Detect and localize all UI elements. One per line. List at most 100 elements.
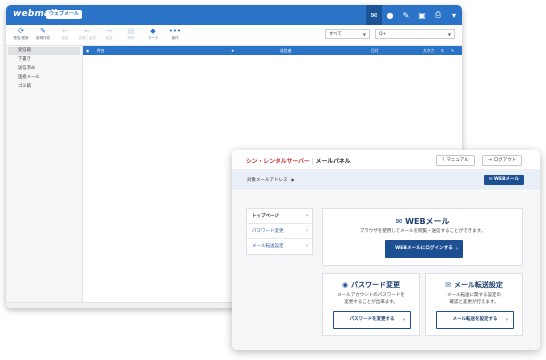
panel-body: トップページ › パスワード変更 › メール転送設定 › ✉ WEBメール ブラウザを使… (232, 191, 540, 350)
target-address-label[interactable]: 対象メールアドレス ▶ (247, 177, 295, 183)
logout-icon: ⇥ (488, 158, 492, 163)
brand-separator: | (311, 159, 314, 165)
folder-inbox[interactable]: 受信箱 (8, 47, 80, 55)
refresh-icon: ⟳ (18, 27, 24, 35)
tag-button[interactable]: ◆ マーク (143, 27, 163, 41)
search-placeholder: Q+ (379, 32, 387, 37)
chevron-right-icon: › (455, 246, 458, 252)
password-card-desc-line2: 変更することが出来ます。 (344, 300, 398, 305)
message-list-header: ◉ 件名 ★ 送信者 日付 大きさ ⚲ ✎ (83, 46, 462, 55)
filter-select-value: すべて (329, 32, 343, 37)
webmail-card-desc: ブラウザを使用してメールを閲覧・送信することができます。 (359, 229, 486, 234)
more-icon: ••• (168, 27, 182, 35)
password-card-desc-line1: メールアカウントのパスワードを (337, 293, 405, 298)
header-icon-bar: ✉ ● ✎ ▣ ⎙ ▾ (366, 5, 462, 25)
column-sender[interactable]: 送信者 (280, 46, 291, 55)
webmail-login-button[interactable]: WEBメールにログインする › (385, 240, 463, 258)
delete-label: 削除 (127, 36, 135, 40)
refresh-button[interactable]: ⟳ 受信/更新 (11, 27, 31, 41)
reply-button[interactable]: ↩ 返信 (55, 27, 75, 41)
mail-panel-window: シン・レンタルサーバー | メールパネル ? マニュアル ⇥ ログアウト 対象メールアド… (232, 150, 540, 350)
flag-column-icon[interactable]: ★ (231, 46, 234, 55)
mail-icon[interactable]: ✉ (366, 5, 382, 25)
delete-button[interactable]: ▤ 削除 (121, 27, 141, 41)
folder-trash[interactable]: ゴミ箱 (8, 83, 80, 91)
lock-icon: ◉ (341, 281, 349, 289)
folder-sidebar: 受信箱 下書き 送信済み 迷惑メール ゴミ箱 (6, 46, 83, 308)
webmail-card-title-text: WEBメール (405, 217, 450, 226)
password-card: ◉ パスワード変更 メールアカウントのパスワードを 変更することが出来ます。 パスワ… (322, 273, 420, 336)
target-address-bar: 対象メールアドレス ▶ ✉ WEBメール (232, 170, 540, 190)
refresh-label: 受信/更新 (13, 36, 29, 40)
nav-top-page-label: トップページ (252, 214, 279, 219)
folder-junk[interactable]: 迷惑メール (8, 74, 80, 82)
delete-icon: ▤ (127, 27, 135, 35)
chevron-down-icon: ▼ (362, 32, 366, 37)
reply-label: 返信 (61, 36, 69, 40)
panel-brand: シン・レンタルサーバー | メールパネル (246, 156, 350, 165)
tag-icon: ◆ (150, 27, 156, 35)
forward-card-desc-line1: メール転送に関する設定の (447, 293, 501, 298)
panel-title: メールパネル (315, 159, 351, 165)
folder-drafts[interactable]: 下書き (8, 56, 80, 64)
webmail-badge: ウェブメール (46, 10, 83, 19)
contacts-icon[interactable]: ▣ (414, 5, 430, 25)
compose-button[interactable]: ✎ 新規作成 (33, 27, 53, 41)
column-size[interactable]: 大きさ (423, 46, 434, 55)
forward-card-desc-line2: 確認と変更が行えます。 (449, 300, 499, 305)
nav-top-page[interactable]: トップページ › (247, 209, 312, 224)
forward-mail-icon: ✉ (445, 281, 451, 289)
webmail-card-title: ✉ WEBメール (323, 216, 522, 227)
tag-label: マーク (147, 36, 159, 40)
panel-nav: トップページ › パスワード変更 › メール転送設定 › (246, 208, 313, 255)
forward-button[interactable]: ↪ 転送 (99, 27, 119, 41)
reply-icon: ↩ (62, 27, 68, 35)
logout-label: ログアウト (493, 158, 517, 163)
webmail-toolbar: ⟳ 受信/更新 ✎ 新規作成 ↩ 返信 ⇐ 全員に返信 ↪ 転送 ▤ 削除 ◆ … (6, 25, 462, 46)
manual-label: マニュアル (446, 158, 469, 163)
webmail-header: webmail ウェブメール ✉ ● ✎ ▣ ⎙ ▾ (6, 5, 462, 25)
forward-icon: ↪ (106, 27, 112, 35)
chevron-right-icon: › (505, 317, 508, 323)
select-column-icon[interactable]: ◉ (86, 46, 89, 55)
nav-password-change[interactable]: パスワード変更 › (247, 224, 312, 239)
reply-all-button[interactable]: ⇐ 全員に返信 (77, 27, 97, 41)
chevron-right-icon: › (306, 243, 308, 249)
forward-card-title: ✉ メール転送設定 (426, 280, 522, 290)
forward-card: ✉ メール転送設定 メール転送に関する設定の 確認と変更が行えます。 メール転送を設… (425, 273, 523, 336)
forward-card-title-text: メール転送設定 (453, 281, 503, 289)
forward-card-desc: メール転送に関する設定の 確認と変更が行えます。 (426, 292, 522, 306)
user-icon[interactable]: ● (382, 5, 398, 25)
chevron-right-icon: › (305, 213, 308, 219)
search-input[interactable]: Q+ ▼ (375, 29, 455, 39)
caret-right-icon: ▶ (291, 177, 295, 182)
manual-button[interactable]: ? マニュアル (436, 155, 475, 166)
webmail-login-label: WEBメールにログインする (395, 246, 453, 251)
filter-select[interactable]: すべて ▼ (325, 29, 370, 39)
target-address-text: 対象メールアドレス (247, 178, 288, 183)
question-icon: ? (442, 158, 445, 163)
more-button[interactable]: ••• 操作 (165, 27, 185, 41)
menu-icon[interactable]: ▾ (446, 5, 462, 25)
webmail-shortcut-button[interactable]: ✉ WEBメール (483, 175, 524, 185)
column-subject[interactable]: 件名 (97, 46, 105, 55)
password-card-title: ◉ パスワード変更 (323, 280, 419, 290)
set-forwarding-button[interactable]: メール転送を設定する › (436, 311, 514, 329)
print-icon[interactable]: ⎙ (430, 5, 446, 25)
tools-icon[interactable]: ✎ (398, 5, 414, 25)
logout-button[interactable]: ⇥ ログアウト (482, 155, 523, 166)
attachment-column-icon[interactable]: ⚲ (441, 46, 444, 55)
webmail-card: ✉ WEBメール ブラウザを使用してメールを閲覧・送信することができます。 WEB… (322, 208, 523, 266)
column-date[interactable]: 日付 (371, 46, 379, 55)
change-password-button[interactable]: パスワードを変更する › (333, 311, 411, 329)
chevron-right-icon: › (402, 317, 405, 323)
brand-name: シン・レンタルサーバー (246, 159, 310, 165)
chevron-right-icon: › (306, 228, 308, 234)
folder-sent[interactable]: 送信済み (8, 65, 80, 73)
panel-header: シン・レンタルサーバー | メールパネル ? マニュアル ⇥ ログアウト (232, 150, 540, 170)
compose-icon: ✎ (40, 27, 46, 35)
mail-icon: ✉ (395, 217, 403, 226)
password-card-desc: メールアカウントのパスワードを 変更することが出来ます。 (323, 292, 419, 306)
column-options-icon[interactable]: ✎ (451, 46, 454, 55)
nav-mail-forwarding[interactable]: メール転送設定 › (247, 239, 312, 254)
